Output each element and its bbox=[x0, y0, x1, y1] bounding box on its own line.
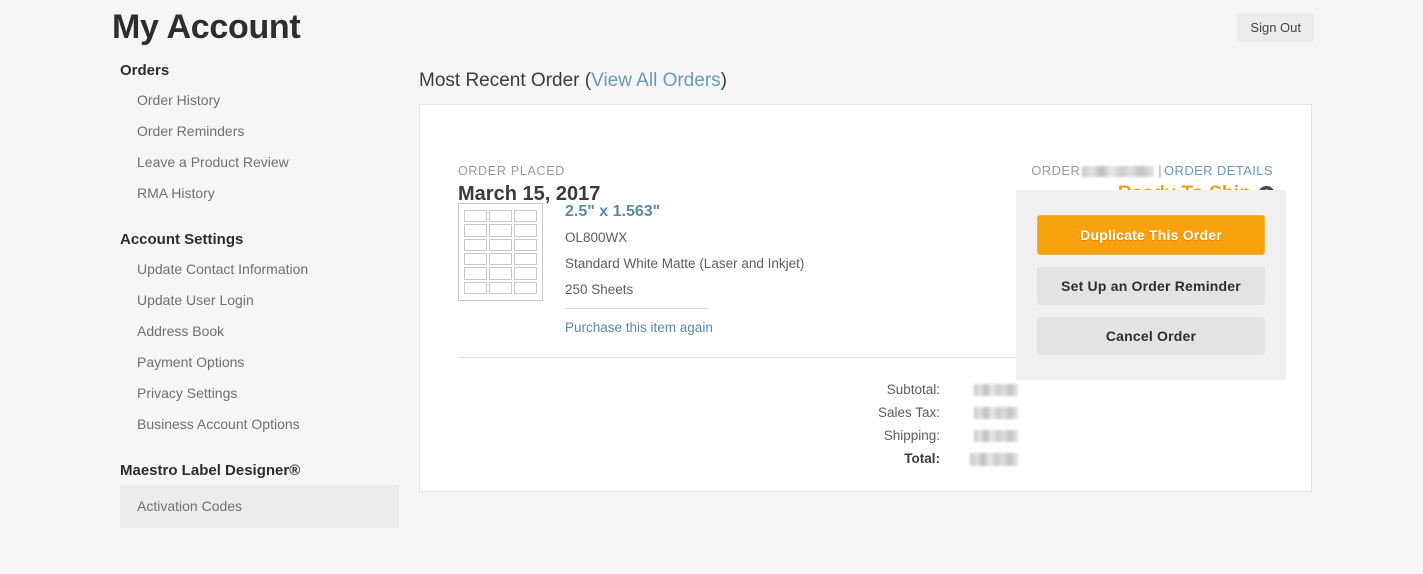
sidebar-group: Orders Order History Order Reminders Leave … bbox=[120, 62, 400, 209]
label-cell bbox=[489, 210, 512, 223]
total-row: Sales Tax: bbox=[800, 401, 1035, 424]
account-sidebar: Orders Order History Order Reminders Leave … bbox=[120, 62, 400, 528]
sidebar-group-title: Maestro Label Designer® bbox=[120, 462, 301, 479]
total-row: Shipping: bbox=[800, 424, 1035, 447]
heading-text: Most Recent Order bbox=[419, 70, 580, 91]
order-placed-label: ORDER PLACED bbox=[458, 164, 566, 178]
product-material: Standard White Matte (Laser and Inkjet) bbox=[565, 256, 805, 271]
purchase-again-link[interactable]: Purchase this item again bbox=[565, 320, 713, 335]
sidebar-group: Maestro Label Designer® Activation Codes bbox=[120, 462, 400, 528]
order-product: 2.5" x 1.563" OL800WX Standard White Mat… bbox=[458, 203, 1073, 337]
label-cell bbox=[489, 281, 512, 294]
sidebar-item-rma-history[interactable]: RMA History bbox=[120, 178, 400, 209]
product-quantity: 250 Sheets bbox=[565, 282, 634, 297]
product-size-link[interactable]: 2.5" x 1.563" bbox=[565, 203, 1033, 221]
my-account-page: My Account Sign Out Orders Order History O… bbox=[0, 0, 1423, 574]
main-content: Most Recent Order (View All Orders) ORDE… bbox=[419, 70, 1312, 492]
sign-out-button[interactable]: Sign Out bbox=[1237, 13, 1314, 42]
sidebar-item-order-history[interactable]: Order History bbox=[120, 85, 400, 116]
label-cell bbox=[464, 252, 487, 266]
total-value-redacted bbox=[974, 407, 1018, 420]
order-details-link[interactable]: ORDER DETAILS bbox=[1164, 163, 1273, 178]
total-value bbox=[940, 451, 1035, 466]
total-value-redacted bbox=[970, 452, 1018, 466]
sidebar-item-update-user-login[interactable]: Update User Login bbox=[120, 285, 400, 316]
sidebar-item-privacy-settings[interactable]: Privacy Settings bbox=[120, 378, 400, 409]
sidebar-item-leave-a-product-review[interactable]: Leave a Product Review bbox=[120, 147, 400, 178]
order-card-header: ORDER PLACED March 15, 2017 ORDER | ORDER … bbox=[420, 105, 1311, 205]
label-sheet-grid bbox=[464, 210, 537, 294]
sidebar-item-business-account-options[interactable]: Business Account Options bbox=[120, 409, 400, 440]
sidebar-item-address-book[interactable]: Address Book bbox=[120, 316, 400, 347]
order-number-row: ORDER | ORDER DETAILS bbox=[1031, 163, 1273, 178]
order-totals: Subtotal: Sales Tax: Shipping: Total: bbox=[800, 378, 1035, 470]
label-cell bbox=[514, 267, 537, 280]
label-cell bbox=[514, 281, 537, 294]
sidebar-group: Account Settings Update Contact Informati… bbox=[120, 231, 400, 440]
label-cell bbox=[514, 252, 537, 266]
total-label: Subtotal: bbox=[886, 382, 940, 397]
order-word: ORDER bbox=[1031, 163, 1081, 178]
label-cell bbox=[514, 224, 537, 237]
order-section-divider bbox=[458, 357, 1033, 358]
label-cell bbox=[464, 267, 487, 280]
total-value bbox=[940, 405, 1035, 420]
total-value bbox=[940, 382, 1035, 397]
total-label: Shipping: bbox=[883, 428, 940, 443]
sidebar-item-order-reminders[interactable]: Order Reminders bbox=[120, 116, 400, 147]
label-cell bbox=[464, 224, 487, 237]
label-cell bbox=[489, 238, 512, 251]
label-cell bbox=[464, 281, 487, 294]
sidebar-item-payment-options[interactable]: Payment Options bbox=[120, 347, 400, 378]
total-label: Sales Tax: bbox=[877, 405, 940, 420]
most-recent-order-card: ORDER PLACED March 15, 2017 ORDER | ORDER … bbox=[419, 104, 1312, 492]
label-sheet-thumbnail bbox=[458, 203, 543, 301]
total-row: Subtotal: bbox=[800, 378, 1035, 401]
label-cell bbox=[489, 224, 512, 237]
label-cell bbox=[464, 238, 487, 251]
label-cell bbox=[464, 210, 487, 223]
paren-close: ) bbox=[720, 70, 727, 91]
page-title: My Account bbox=[112, 8, 301, 46]
label-cell bbox=[514, 210, 537, 223]
product-sku: OL800WX bbox=[565, 230, 628, 245]
cancel-order-button[interactable]: Cancel Order bbox=[1037, 317, 1265, 355]
most-recent-order-heading: Most Recent Order (View All Orders) bbox=[419, 70, 1312, 92]
order-number-redacted bbox=[1082, 166, 1155, 178]
set-up-order-reminder-button[interactable]: Set Up an Order Reminder bbox=[1037, 267, 1265, 305]
label-cell bbox=[489, 252, 512, 266]
label-cell bbox=[514, 238, 537, 251]
sidebar-item-activation-codes[interactable]: Activation Codes bbox=[120, 485, 399, 528]
sidebar-group-title: Account Settings bbox=[120, 231, 244, 248]
order-actions-panel: Duplicate This Order Set Up an Order Rem… bbox=[1016, 190, 1286, 380]
total-label: Total: bbox=[904, 451, 940, 466]
sidebar-group-title: Orders bbox=[120, 62, 170, 79]
total-value-redacted bbox=[974, 384, 1018, 397]
total-value bbox=[940, 428, 1035, 443]
duplicate-order-button[interactable]: Duplicate This Order bbox=[1037, 215, 1265, 255]
total-value-redacted bbox=[974, 430, 1018, 443]
sidebar-item-update-contact-information[interactable]: Update Contact Information bbox=[120, 254, 400, 285]
total-row: Total: bbox=[800, 447, 1035, 470]
view-all-orders-link[interactable]: View All Orders bbox=[591, 70, 721, 91]
label-cell bbox=[489, 267, 512, 280]
product-divider bbox=[565, 308, 708, 309]
order-meta-separator: | bbox=[1158, 163, 1163, 178]
